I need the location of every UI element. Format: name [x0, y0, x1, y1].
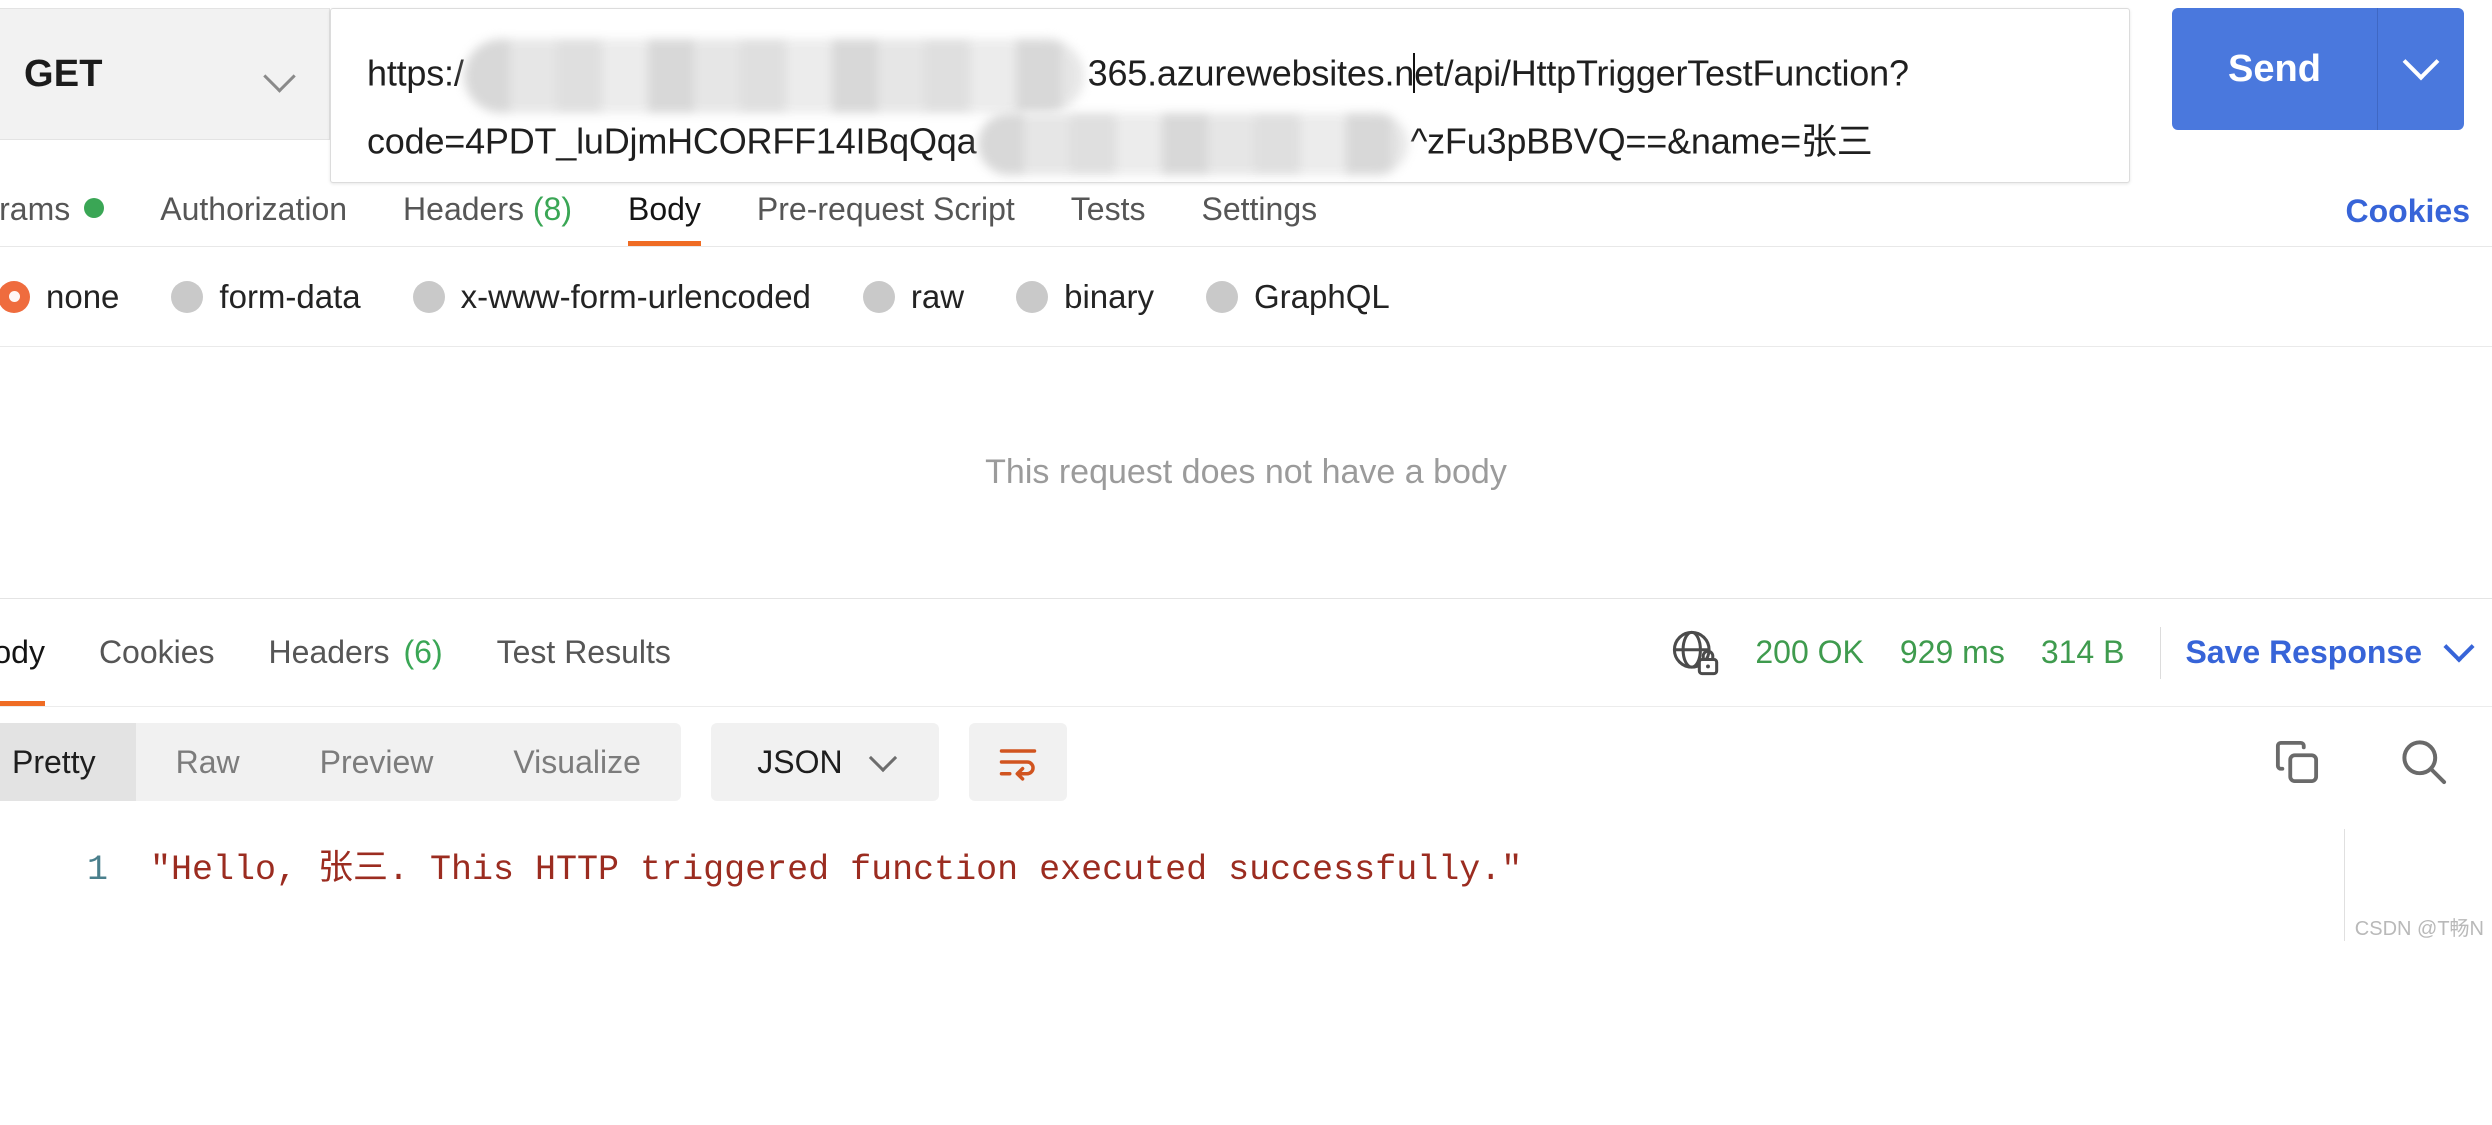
- response-tab-cookies-label: Cookies: [98, 634, 215, 670]
- http-method-select[interactable]: GET: [0, 8, 330, 140]
- url-line-1-tail: et/api/HttpTriggerTestFunction?: [1414, 52, 1909, 94]
- params-active-dot-icon: [84, 198, 105, 218]
- radio-graphql-icon[interactable]: [1205, 280, 1238, 313]
- request-tabs: Params Authorization Headers (8) Body Pr…: [0, 165, 2492, 247]
- response-view-segmented-control: Pretty Raw Preview Visualize: [0, 723, 681, 801]
- radio-x-www-form-urlencoded-icon[interactable]: [412, 280, 445, 313]
- body-type-binary[interactable]: binary: [1016, 278, 1154, 316]
- globe-lock-icon: [1673, 630, 1719, 675]
- view-preview[interactable]: Preview: [280, 723, 474, 801]
- chevron-down-icon: [2443, 630, 2475, 663]
- response-tab-headers[interactable]: Headers (6): [269, 599, 443, 706]
- tab-headers-count: (8): [532, 191, 572, 227]
- body-type-x-www-form-urlencoded[interactable]: x-www-form-urlencoded: [412, 277, 811, 316]
- url-line-1-suffix: 365.azurewebsites.n: [1087, 52, 1415, 94]
- response-format-select[interactable]: JSON: [710, 723, 939, 801]
- copy-icon: [2275, 740, 2319, 784]
- redaction-block-1: [463, 39, 1084, 113]
- response-tab-test-results[interactable]: Test Results: [497, 599, 671, 706]
- request-body-empty-state: This request does not have a body: [0, 347, 2492, 599]
- tab-tests[interactable]: Tests: [1071, 191, 1146, 246]
- tab-pre-request-script-label: Pre-request Script: [756, 191, 1015, 227]
- line-number: 1: [86, 850, 108, 890]
- send-area: Send: [2172, 8, 2492, 130]
- divider: [2160, 626, 2162, 679]
- request-body-empty-message: This request does not have a body: [985, 453, 1507, 491]
- tab-headers-label: Headers: [403, 191, 524, 227]
- response-tab-test-results-label: Test Results: [496, 634, 671, 670]
- body-type-form-data[interactable]: form-data: [171, 277, 361, 316]
- send-options-chevron-down-icon[interactable]: [2378, 8, 2464, 130]
- body-type-x-www-form-urlencoded-label: x-www-form-urlencoded: [460, 277, 811, 315]
- response-status: 200 OK: [1755, 634, 1864, 670]
- body-type-none[interactable]: none: [0, 278, 119, 316]
- response-tab-headers-count: (6): [403, 634, 443, 670]
- tab-settings[interactable]: Settings: [1201, 191, 1317, 246]
- body-type-raw[interactable]: raw: [862, 277, 965, 316]
- response-time: 929 ms: [1899, 634, 2005, 670]
- radio-none-icon[interactable]: [0, 280, 30, 313]
- tab-params[interactable]: Params: [0, 191, 105, 246]
- radio-form-data-icon[interactable]: [171, 280, 204, 313]
- body-type-raw-label: raw: [910, 277, 965, 315]
- http-method-label: GET: [24, 52, 103, 95]
- response-body-actions: [2270, 707, 2452, 817]
- tab-params-label: Params: [0, 191, 71, 227]
- request-url-bar: GET https:/ 365.azurewebsites.net/api/Htt…: [0, 0, 2492, 183]
- chevron-down-icon: [868, 743, 897, 773]
- body-type-graphql[interactable]: GraphQL: [1205, 277, 1390, 316]
- response-tab-headers-label: Headers: [268, 634, 390, 670]
- body-type-none-label: none: [46, 277, 120, 315]
- response-body-content: "Hello, 张三. This HTTP triggered function…: [150, 850, 1523, 890]
- response-meta: 200 OK 929 ms 314 B Save Response: [1669, 599, 2475, 706]
- send-button[interactable]: Send: [2172, 8, 2464, 130]
- save-response-button[interactable]: Save Response: [2185, 630, 2475, 671]
- url-line-2-prefix: code=4PDT_luDjmHCORFF14IBqQqa: [367, 120, 977, 162]
- body-type-options: none form-data x-www-form-urlencoded raw…: [0, 247, 2492, 347]
- response-tabs: Body Cookies Headers (6) Test Results 20…: [0, 599, 2492, 707]
- body-type-binary-label: binary: [1064, 277, 1154, 315]
- url-line-1: https:/ 365.azurewebsites.net/api/HttpTri…: [367, 39, 2093, 113]
- save-response-label: Save Response: [2185, 634, 2422, 670]
- send-button-label: Send: [2172, 8, 2378, 130]
- cookies-link[interactable]: Cookies: [2346, 193, 2470, 230]
- tab-authorization[interactable]: Authorization: [160, 191, 347, 246]
- response-format-label: JSON: [757, 743, 843, 780]
- word-wrap-icon: [999, 749, 1037, 781]
- tab-settings-label: Settings: [1201, 191, 1318, 227]
- tab-authorization-label: Authorization: [160, 191, 348, 227]
- tab-body-label: Body: [627, 191, 701, 227]
- response-tab-cookies[interactable]: Cookies: [99, 599, 215, 706]
- tab-headers[interactable]: Headers (8): [403, 191, 572, 246]
- copy-button[interactable]: [2270, 735, 2324, 789]
- response-view-toolbar: Pretty Raw Preview Visualize JSON: [0, 707, 2492, 817]
- body-type-form-data-label: form-data: [219, 277, 361, 315]
- radio-raw-icon[interactable]: [862, 280, 895, 313]
- tab-body[interactable]: Body: [627, 191, 701, 246]
- response-tab-body[interactable]: Body: [0, 599, 45, 706]
- view-visualize[interactable]: Visualize: [473, 723, 680, 801]
- response-tab-body-label: Body: [0, 634, 45, 670]
- search-icon: [2402, 740, 2447, 785]
- radio-binary-icon[interactable]: [1016, 280, 1049, 313]
- url-line-2-middle: ^zFu3pBBVQ==&name=张三: [1410, 120, 1873, 162]
- response-body-viewer[interactable]: 1 "Hello, 张三. This HTTP triggered functi…: [0, 817, 2492, 947]
- tab-tests-label: Tests: [1070, 191, 1146, 227]
- response-size: 314 B: [2040, 634, 2125, 670]
- code-line: 1 "Hello, 张三. This HTTP triggered functi…: [0, 839, 2492, 890]
- url-input[interactable]: https:/ 365.azurewebsites.net/api/HttpTri…: [330, 8, 2130, 183]
- view-raw[interactable]: Raw: [136, 723, 280, 801]
- view-pretty[interactable]: Pretty: [0, 723, 136, 801]
- url-line-1-prefix: https:/: [367, 52, 464, 94]
- tab-pre-request-script[interactable]: Pre-request Script: [757, 191, 1015, 246]
- chevron-down-icon: [263, 57, 297, 91]
- body-type-graphql-label: GraphQL: [1253, 277, 1390, 315]
- word-wrap-button[interactable]: [968, 723, 1067, 801]
- search-button[interactable]: [2396, 734, 2452, 790]
